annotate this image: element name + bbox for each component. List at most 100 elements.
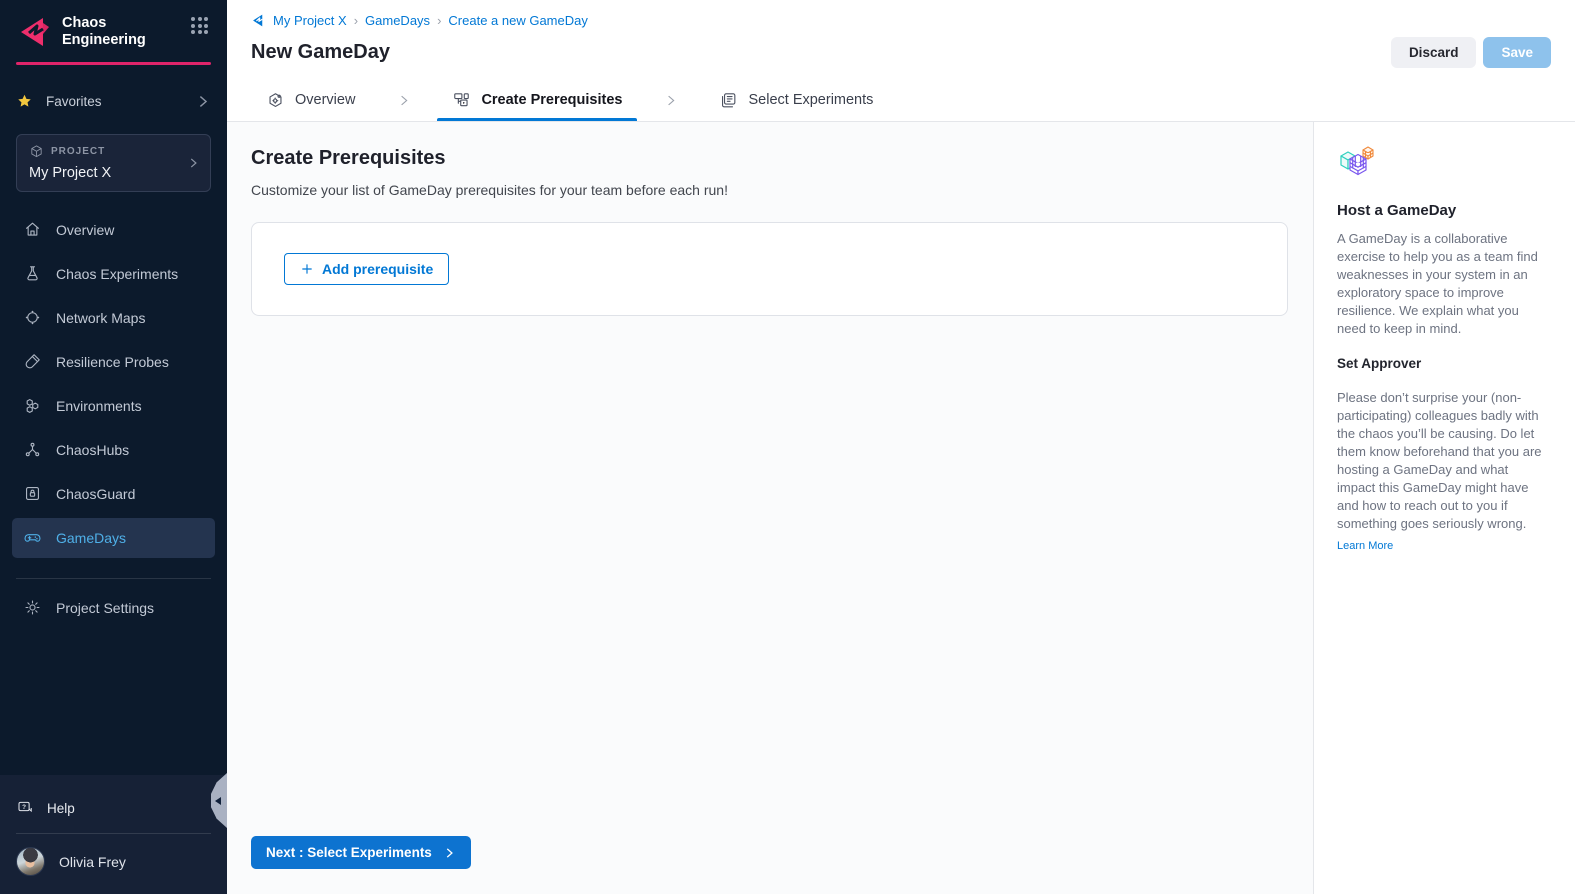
help-paragraph-2: Please don’t surprise your (non-particip… xyxy=(1337,389,1547,533)
sidebar-item-chaoshubs[interactable]: ChaosHubs xyxy=(12,430,215,470)
gear-icon xyxy=(23,598,42,617)
home-icon xyxy=(23,220,42,239)
help-panel: Host a GameDay A GameDay is a collaborat… xyxy=(1313,122,1575,894)
user-menu[interactable]: Olivia Frey xyxy=(0,834,227,894)
cubes-illustration-icon xyxy=(1337,144,1377,182)
title-row: New GameDay Discard Save xyxy=(251,37,1551,79)
page-title: New GameDay xyxy=(251,41,1391,64)
flask-icon xyxy=(23,264,42,283)
brand-row: Chaos Engineering xyxy=(0,0,227,62)
help-panel-heading: Host a GameDay xyxy=(1337,202,1547,219)
tab-separator xyxy=(637,79,704,121)
next-button-label: Next : Select Experiments xyxy=(266,845,432,860)
star-icon xyxy=(16,93,33,110)
help-subheading: Set Approver xyxy=(1337,356,1547,371)
sidebar-item-network-maps[interactable]: Network Maps xyxy=(12,298,215,338)
nav-label: Project Settings xyxy=(56,600,154,616)
add-prerequisite-label: Add prerequisite xyxy=(322,261,433,277)
tab-separator xyxy=(370,79,437,121)
breadcrumb: My Project X › GameDays › Create a new G… xyxy=(251,10,1551,30)
sidebar-nav: Overview Chaos Experiments Network Maps xyxy=(0,210,227,562)
brand-title: Chaos Engineering xyxy=(62,13,191,49)
tab-label: Create Prerequisites xyxy=(481,92,622,108)
chaos-hexagon-icon xyxy=(266,91,285,110)
nav-label: ChaosGuard xyxy=(56,486,135,502)
nav-label: GameDays xyxy=(56,530,126,546)
chevron-right-icon xyxy=(186,156,200,170)
nav-label: Environments xyxy=(56,398,142,414)
chevron-right-icon xyxy=(663,93,678,108)
user-name: Olivia Frey xyxy=(59,854,126,870)
sidebar-item-favorites[interactable]: Favorites xyxy=(16,87,211,117)
sidebar-divider xyxy=(16,578,211,579)
project-selector[interactable]: PROJECT My Project X xyxy=(16,134,211,192)
help-label: Help xyxy=(47,801,75,816)
hub-icon xyxy=(23,440,42,459)
brand-divider xyxy=(16,62,211,65)
tab-overview[interactable]: Overview xyxy=(251,79,370,121)
sidebar-item-overview[interactable]: Overview xyxy=(12,210,215,250)
guard-lock-icon xyxy=(23,484,42,503)
tab-label: Select Experiments xyxy=(748,92,873,108)
breadcrumb-link-gamedays[interactable]: GameDays xyxy=(365,13,430,28)
app-window: Chaos Engineering Favorites PROJECT My P… xyxy=(0,0,1575,894)
chaos-engineering-logo-icon xyxy=(16,14,52,50)
probe-icon xyxy=(23,352,42,371)
module-grid-icon[interactable] xyxy=(191,17,211,37)
environments-icon xyxy=(23,396,42,415)
help-paragraph-1: A GameDay is a collaborative exercise to… xyxy=(1337,230,1547,338)
breadcrumb-link-create-gameday[interactable]: Create a new GameDay xyxy=(448,13,587,28)
tab-select-experiments[interactable]: Select Experiments xyxy=(704,79,888,121)
breadcrumb-separator: › xyxy=(354,13,358,28)
next-select-experiments-button[interactable]: Next : Select Experiments xyxy=(251,836,471,869)
nav-label: Resilience Probes xyxy=(56,354,169,370)
discard-button[interactable]: Discard xyxy=(1391,37,1477,68)
cube-icon xyxy=(29,144,44,159)
chevron-right-icon xyxy=(396,93,411,108)
tab-label: Overview xyxy=(295,92,355,108)
chevron-right-icon xyxy=(194,93,211,110)
work-area: Create Prerequisites Customize your list… xyxy=(227,122,1313,894)
breadcrumb-link-project[interactable]: My Project X xyxy=(273,13,347,28)
svg-text:?: ? xyxy=(22,804,26,811)
help-chat-icon: ? xyxy=(16,799,34,817)
sidebar-item-chaosguard[interactable]: ChaosGuard xyxy=(12,474,215,514)
nav-label: Network Maps xyxy=(56,310,145,326)
prerequisites-flow-icon xyxy=(452,91,471,110)
section-subtitle: Customize your list of GameDay prerequis… xyxy=(251,182,1288,198)
main-column: My Project X › GameDays › Create a new G… xyxy=(227,0,1575,894)
sidebar-item-chaos-experiments[interactable]: Chaos Experiments xyxy=(12,254,215,294)
save-button[interactable]: Save xyxy=(1483,37,1551,68)
plus-icon xyxy=(300,262,314,276)
learn-more-link[interactable]: Learn More xyxy=(1337,540,1393,552)
sidebar-item-gamedays[interactable]: GameDays xyxy=(12,518,215,558)
nav-label: Chaos Experiments xyxy=(56,266,178,282)
avatar xyxy=(16,847,45,876)
project-name: My Project X xyxy=(29,165,200,181)
sidebar-bottom: ? Help Olivia Frey xyxy=(0,775,227,894)
tab-create-prerequisites[interactable]: Create Prerequisites xyxy=(437,79,637,121)
prerequisites-card: Add prerequisite xyxy=(251,222,1288,316)
project-logo-icon xyxy=(251,13,266,28)
sidebar: Chaos Engineering Favorites PROJECT My P… xyxy=(0,0,227,894)
sidebar-item-resilience-probes[interactable]: Resilience Probes xyxy=(12,342,215,382)
nav-label: Overview xyxy=(56,222,114,238)
chevron-left-icon xyxy=(215,797,221,805)
wizard-tabbar: Overview Create Prerequisites xyxy=(227,79,1575,122)
breadcrumb-separator: › xyxy=(437,13,441,28)
content: Create Prerequisites Customize your list… xyxy=(227,122,1575,894)
sidebar-spacer xyxy=(0,632,227,776)
project-tag: PROJECT xyxy=(29,144,200,159)
nav-label: ChaosHubs xyxy=(56,442,129,458)
sidebar-item-environments[interactable]: Environments xyxy=(12,386,215,426)
gamepad-icon xyxy=(23,528,42,547)
network-map-icon xyxy=(23,308,42,327)
sidebar-item-project-settings[interactable]: Project Settings xyxy=(12,588,215,628)
page-header: My Project X › GameDays › Create a new G… xyxy=(227,0,1575,79)
help-button[interactable]: ? Help xyxy=(0,785,227,831)
section-heading: Create Prerequisites xyxy=(251,147,1288,170)
project-label: PROJECT xyxy=(51,146,105,157)
favorites-label: Favorites xyxy=(46,94,194,109)
chevron-right-icon xyxy=(442,846,456,860)
add-prerequisite-button[interactable]: Add prerequisite xyxy=(284,253,449,285)
